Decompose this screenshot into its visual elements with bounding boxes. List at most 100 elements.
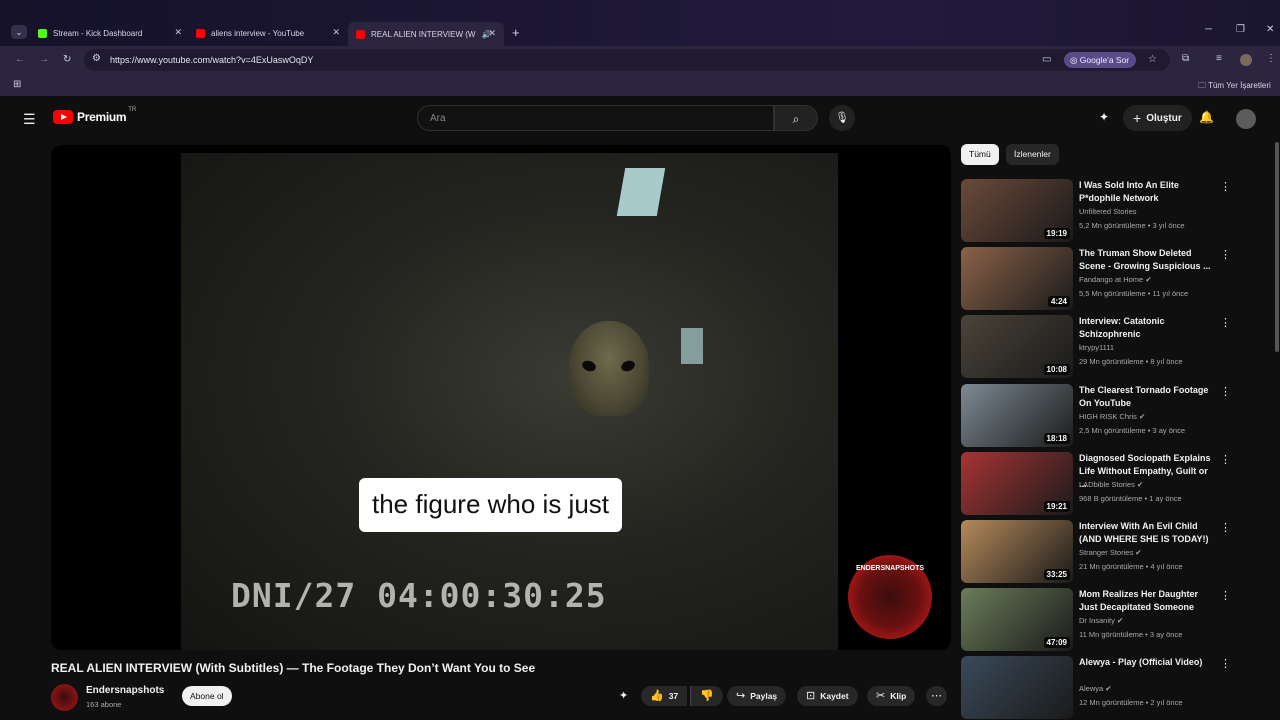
recommendation-channel[interactable]: Unfiltered Stories <box>1079 207 1137 216</box>
video-duration: 18:18 <box>1043 433 1070 444</box>
google-ask-chip[interactable]: ◎ Google'a Sor <box>1064 52 1137 68</box>
user-avatar[interactable] <box>1236 109 1256 129</box>
tab-aliens-interview[interactable]: aliens interview - YouTube ✕ <box>196 23 340 43</box>
forward-icon[interactable]: → <box>39 54 49 65</box>
video-thumbnail[interactable]: 19:19 <box>961 179 1073 242</box>
like-button[interactable]: 👍 37 <box>641 686 688 706</box>
close-tab-icon[interactable]: ✕ <box>488 28 496 39</box>
chip-all[interactable]: Tümü <box>961 144 999 165</box>
recommendation-title[interactable]: Alewya - Play (Official Video) <box>1079 656 1214 669</box>
youtube-logo[interactable]: Premium TR <box>53 107 136 124</box>
tab-kick[interactable]: Stream - Kick Dashboard ✕ <box>38 23 182 43</box>
more-vertical-icon[interactable]: ⋮ <box>1220 657 1231 670</box>
subscribe-button[interactable]: Abone ol <box>182 686 232 706</box>
recommendation-channel[interactable]: HIGH RISK Chris ✔ <box>1079 412 1145 421</box>
minimize-icon[interactable]: ─ <box>1205 24 1212 35</box>
recommendation-channel[interactable]: Dr Insanity ✔ <box>1079 616 1123 625</box>
recommendation-channel[interactable]: LADbible Stories ✔ <box>1079 480 1143 489</box>
extensions-icon[interactable]: ⧉ <box>1182 53 1189 64</box>
recommendation-channel[interactable]: ktrypy1111 <box>1079 343 1114 352</box>
profile-avatar[interactable] <box>1240 54 1252 66</box>
address-bar[interactable]: ⚙ https://www.youtube.com/watch?v=4ExUas… <box>84 49 1170 71</box>
recommendation-channel[interactable]: Stranger Stories ✔ <box>1079 548 1142 557</box>
notifications-bell-icon[interactable]: 🔔 <box>1199 110 1214 124</box>
recommendation-item[interactable]: 19:19 I Was Sold Into An Elite P*dophile … <box>961 179 1261 243</box>
video-thumbnail[interactable] <box>961 656 1073 719</box>
site-info-icon[interactable]: ⚙ <box>92 53 101 64</box>
recommendation-title[interactable]: The Truman Show Deleted Scene - Growing … <box>1079 247 1214 273</box>
tab-search-button[interactable]: ⌄ <box>11 25 27 39</box>
recommendation-item[interactable]: 47:09 Mom Realizes Her Daughter Just Deca… <box>961 588 1261 652</box>
more-vertical-icon[interactable]: ⋮ <box>1220 385 1231 398</box>
recommendation-title[interactable]: I Was Sold Into An Elite P*dophile Netwo… <box>1079 179 1214 205</box>
tab-groups-icon[interactable]: ≡ <box>1216 53 1222 64</box>
search-input[interactable]: Ara <box>417 105 774 131</box>
new-tab-button[interactable]: + <box>512 25 520 40</box>
recommendation-item[interactable]: 18:18 The Clearest Tornado Footage On You… <box>961 384 1261 448</box>
more-vertical-icon[interactable]: ⋮ <box>1220 248 1231 261</box>
video-thumbnail[interactable]: 18:18 <box>961 384 1073 447</box>
create-button[interactable]: + Oluştur <box>1123 105 1192 131</box>
video-player[interactable]: DNI/27 04:00:30:25 the figure who is jus… <box>51 145 951 650</box>
channel-label: Fandango at Home <box>1079 275 1144 284</box>
voice-search-button[interactable]: 🎙 <box>829 105 855 131</box>
chip-watched[interactable]: İzlenenler <box>1006 144 1059 165</box>
more-vertical-icon[interactable]: ⋮ <box>1220 453 1231 466</box>
recommendation-title[interactable]: The Clearest Tornado Footage On YouTube <box>1079 384 1214 410</box>
channel-avatar[interactable] <box>51 684 78 711</box>
restore-icon[interactable]: ❐ <box>1236 24 1245 35</box>
share-button[interactable]: ↪ Paylaş <box>727 686 787 706</box>
recommendation-title[interactable]: Interview With An Evil Child (AND WHERE … <box>1079 520 1214 546</box>
close-tab-icon[interactable]: ✕ <box>332 27 340 38</box>
menu-icon[interactable]: ⋮ <box>1266 53 1276 64</box>
more-vertical-icon[interactable]: ⋮ <box>1220 180 1231 193</box>
url-text[interactable]: https://www.youtube.com/watch?v=4ExUaswO… <box>110 55 313 65</box>
video-thumbnail[interactable]: 4:24 <box>961 247 1073 310</box>
video-thumbnail[interactable]: 10:08 <box>961 315 1073 378</box>
clip-button[interactable]: ✂ Klip <box>867 686 916 706</box>
video-duration: 33:25 <box>1043 569 1070 580</box>
scrollbar[interactable] <box>1275 142 1279 352</box>
apps-grid-icon[interactable]: ⊞ <box>13 79 21 90</box>
recommendation-item[interactable]: 19:21 Diagnosed Sociopath Explains Life W… <box>961 452 1261 516</box>
brand-text: Premium <box>77 110 127 124</box>
watermark-text: ENDERSNAPSHOTS <box>855 565 925 572</box>
cast-icon[interactable]: ▭ <box>1042 54 1051 65</box>
video-thumbnail[interactable]: 47:09 <box>961 588 1073 651</box>
more-vertical-icon[interactable]: ⋮ <box>1220 316 1231 329</box>
video-thumbnail[interactable]: 19:21 <box>961 452 1073 515</box>
back-icon[interactable]: ← <box>15 54 25 65</box>
save-button[interactable]: ⊡ Kaydet <box>797 686 858 706</box>
ai-sparkle-icon[interactable]: ✦ <box>1099 110 1109 124</box>
like-count: 37 <box>668 691 679 701</box>
tab-real-alien-interview[interactable]: REAL ALIEN INTERVIEW (W 🔊 ✕ <box>348 22 504 46</box>
recommendation-title[interactable]: Mom Realizes Her Daughter Just Decapitat… <box>1079 588 1214 614</box>
recommendation-item[interactable]: 10:08 Interview: Catatonic Schizophrenic k… <box>961 315 1261 379</box>
reload-icon[interactable]: ↻ <box>63 54 71 65</box>
recommendation-item[interactable]: 33:25 Interview With An Evil Child (AND W… <box>961 520 1261 584</box>
video-duration: 47:09 <box>1043 637 1070 648</box>
channel-name[interactable]: Endersnapshots <box>86 685 164 696</box>
alien-figure <box>569 321 649 416</box>
recommendation-meta: 21 Mn görüntüleme • 4 yıl önce <box>1079 562 1183 571</box>
ask-ai-button[interactable]: ✦ <box>615 686 632 706</box>
more-vertical-icon[interactable]: ⋮ <box>1220 521 1231 534</box>
hamburger-menu-icon[interactable]: ☰ <box>23 111 36 128</box>
close-tab-icon[interactable]: ✕ <box>174 27 182 38</box>
dislike-button[interactable]: 👎 <box>690 686 723 706</box>
recommendation-title[interactable]: Interview: Catatonic Schizophrenic <box>1079 315 1214 341</box>
recommendation-item[interactable]: 4:24 The Truman Show Deleted Scene - Grow… <box>961 247 1261 311</box>
recommendation-meta: 968 B görüntüleme • 1 ay önce <box>1079 494 1182 503</box>
more-vertical-icon[interactable]: ⋮ <box>1220 589 1231 602</box>
recommendation-item[interactable]: Alewya - Play (Official Video) Alewya ✔ 12… <box>961 656 1261 720</box>
more-actions-button[interactable]: ⋯ <box>926 686 947 706</box>
video-duration: 19:21 <box>1043 501 1070 512</box>
bookmark-star-icon[interactable]: ☆ <box>1148 54 1157 65</box>
search-button[interactable]: ⌕ <box>774 105 818 131</box>
close-window-icon[interactable]: ✕ <box>1266 24 1274 35</box>
recommendation-channel[interactable]: Alewya ✔ <box>1079 684 1112 693</box>
thumbs-down-icon: 👎 <box>700 690 714 702</box>
recommendation-channel[interactable]: Fandango at Home ✔ <box>1079 275 1152 284</box>
all-bookmarks[interactable]: 🗀 Tüm Yer İşaretleri <box>1198 80 1271 94</box>
video-thumbnail[interactable]: 33:25 <box>961 520 1073 583</box>
